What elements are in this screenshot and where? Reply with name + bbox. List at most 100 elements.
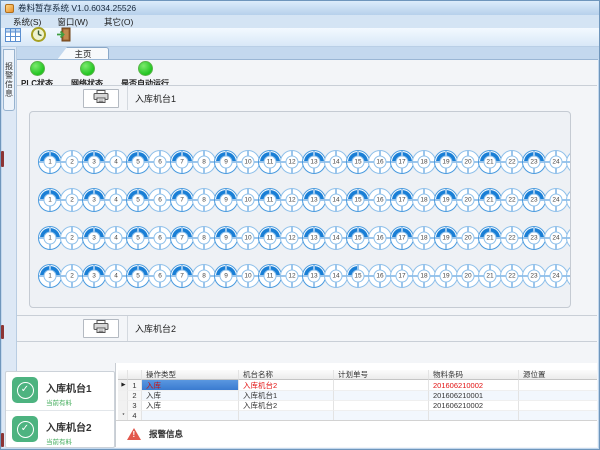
table-cell[interactable]: 入库 xyxy=(142,390,239,400)
storage-slot: 9 xyxy=(214,188,238,212)
slot-number: 11 xyxy=(264,270,277,283)
slot-number: 22 xyxy=(506,156,519,169)
storage-slot: 13 xyxy=(302,226,326,250)
table-cell[interactable]: 入库机台2 xyxy=(239,380,334,390)
slot-number: 17 xyxy=(396,156,409,169)
storage-slot: 5 xyxy=(126,264,150,288)
exit-button[interactable] xyxy=(53,29,73,46)
storage-slot: 1 xyxy=(38,226,62,250)
storage-slot: 8 xyxy=(192,226,216,250)
table-cell[interactable] xyxy=(519,400,597,410)
slot-number: 18 xyxy=(418,194,431,207)
table-cell[interactable] xyxy=(334,410,429,420)
table-cell[interactable]: 入库 xyxy=(142,400,239,410)
storage-slot: 12 xyxy=(280,264,304,288)
table-cell[interactable]: 201606210001 xyxy=(429,390,519,400)
slot-number: 11 xyxy=(264,232,277,245)
slot-number: 15 xyxy=(352,270,365,283)
clock-icon xyxy=(31,27,46,47)
slot-number: 13 xyxy=(308,270,321,283)
slot-number: 21 xyxy=(484,194,497,207)
divider xyxy=(127,86,128,110)
storage-slot: 8 xyxy=(192,264,216,288)
slot-number: 22 xyxy=(506,270,519,283)
storage-slot: 6 xyxy=(148,264,172,288)
table-cell[interactable] xyxy=(334,400,429,410)
clock-button[interactable] xyxy=(28,29,48,46)
menu-item[interactable]: 系统(S) xyxy=(5,16,49,28)
slot-number: 16 xyxy=(374,194,387,207)
machine1-header: 入库机台1 xyxy=(17,85,597,110)
divider xyxy=(127,316,128,341)
slot-number: 16 xyxy=(374,270,387,283)
storage-slot: 2 xyxy=(60,150,84,174)
table-cell[interactable] xyxy=(334,380,429,390)
table-row[interactable]: ▶1入库入库机台2201606210002 xyxy=(118,380,597,390)
app-window: 卷料暂存系统 V1.0.6034.25526 系统(S)窗口(W)其它(O) 主… xyxy=(0,0,600,450)
row-number: 3 xyxy=(128,400,142,410)
station-card: ✓入库机台2当前有料 xyxy=(6,410,114,448)
slot-number: 19 xyxy=(440,232,453,245)
table-cell[interactable]: 201606210002 xyxy=(429,380,519,390)
slot-number: 23 xyxy=(528,194,541,207)
table-row[interactable]: 3入库入库机台2 201606210002 xyxy=(118,400,597,410)
slots-grid: 1234567891011121314151617181920212223242… xyxy=(29,111,571,308)
storage-slot: 24 xyxy=(544,150,568,174)
table-row[interactable]: 2入库入库机台1 201606210001 xyxy=(118,390,597,400)
table-cell[interactable] xyxy=(519,390,597,400)
slot-number: 7 xyxy=(176,232,189,245)
storage-slot: 24 xyxy=(544,226,568,250)
table-cell[interactable]: 入库机台1 xyxy=(239,390,334,400)
storage-slot: 4 xyxy=(104,264,128,288)
machine1-print-button[interactable] xyxy=(83,89,119,108)
status-led-icon xyxy=(138,61,153,76)
slot-number: 2 xyxy=(66,232,79,245)
storage-slot: 20 xyxy=(456,150,480,174)
slot-number: 21 xyxy=(484,270,497,283)
slot-number: 4 xyxy=(110,194,123,207)
operations-table: 操作类型机台名称计划单号物料条码源位置 ▶1入库入库机台220160621000… xyxy=(118,370,597,420)
slot-number: 12 xyxy=(286,270,299,283)
table-cell[interactable]: 入库 xyxy=(142,380,239,390)
check-circle-icon: ✓ xyxy=(12,416,38,442)
card-text: 入库机台1当前有料 xyxy=(46,377,92,410)
storage-slot: 16 xyxy=(368,226,392,250)
slot-number: 17 xyxy=(396,232,409,245)
storage-slot: 5 xyxy=(126,150,150,174)
row-number: 1 xyxy=(128,380,142,390)
schedule-grid-button[interactable] xyxy=(3,29,23,46)
table-cell[interactable] xyxy=(519,410,597,420)
menu-item[interactable]: 其它(O) xyxy=(96,16,141,28)
storage-slot: 1 xyxy=(38,150,62,174)
side-tab-alarm[interactable]: 报警信息 xyxy=(3,49,15,111)
table-cell[interactable]: 入库机台2 xyxy=(239,400,334,410)
storage-slot: 21 xyxy=(478,226,502,250)
menu-item[interactable]: 窗口(W) xyxy=(49,16,96,28)
storage-slot: 3 xyxy=(82,264,106,288)
slot-spoke xyxy=(567,237,571,239)
row-number: 2 xyxy=(128,390,142,400)
row-marker-header xyxy=(118,370,128,380)
storage-slot: 9 xyxy=(214,150,238,174)
storage-slot: 10 xyxy=(236,150,260,174)
machine2-print-button[interactable] xyxy=(83,319,119,338)
storage-slot: 8 xyxy=(192,150,216,174)
storage-slot: 20 xyxy=(456,188,480,212)
storage-slot: 22 xyxy=(500,264,524,288)
slot-number: 3 xyxy=(88,232,101,245)
table-cell[interactable] xyxy=(142,410,239,420)
slot-number: 13 xyxy=(308,194,321,207)
table-cell[interactable]: 201606210002 xyxy=(429,400,519,410)
storage-slot: 5 xyxy=(126,226,150,250)
storage-slot: 3 xyxy=(82,188,106,212)
table-cell[interactable] xyxy=(334,390,429,400)
slot-number: 16 xyxy=(374,156,387,169)
table-row[interactable]: *4 xyxy=(118,410,597,420)
table-cell[interactable] xyxy=(429,410,519,420)
table-cell[interactable] xyxy=(239,410,334,420)
table-cell[interactable] xyxy=(519,380,597,390)
storage-slot: 25 xyxy=(566,264,571,288)
storage-slot: 23 xyxy=(522,188,546,212)
storage-slot: 12 xyxy=(280,226,304,250)
printer-icon xyxy=(93,90,109,108)
